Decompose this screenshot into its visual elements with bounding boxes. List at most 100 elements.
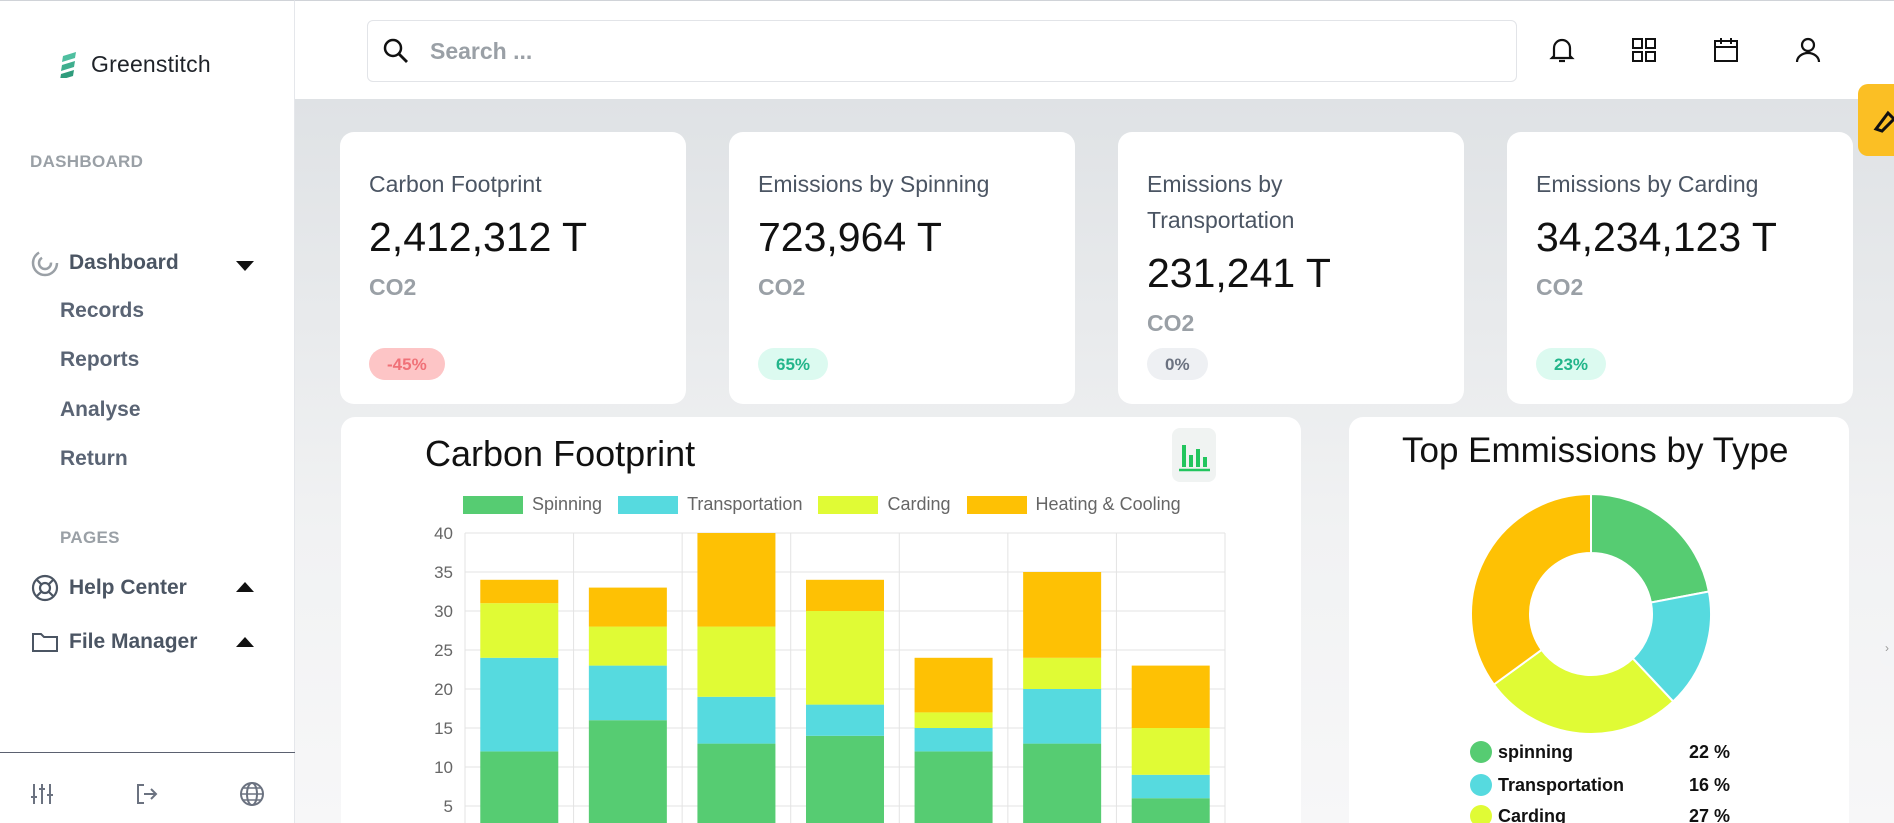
- stat-unit: CO2: [369, 274, 417, 300]
- search-icon: [383, 38, 408, 63]
- bar-segment-spinning[interactable]: [914, 751, 993, 823]
- bar-chart-icon: [1179, 445, 1210, 472]
- section-label-pages: PAGES: [60, 528, 120, 547]
- bar-segment-heating-cooling[interactable]: [588, 587, 667, 627]
- sliders-icon[interactable]: [29, 781, 55, 807]
- logout-icon[interactable]: [134, 781, 160, 807]
- bar-segment-carding[interactable]: [1023, 657, 1102, 689]
- bar-segment-heating-cooling[interactable]: [1023, 572, 1102, 658]
- bar-segment-transportation[interactable]: [1023, 689, 1102, 744]
- stat-value: 2,412,312 T: [369, 214, 588, 260]
- sidebar-item-help-center[interactable]: Help Center: [30, 573, 187, 603]
- stat-title: Carbon Footprint: [369, 171, 542, 197]
- stat-card-spinning[interactable]: Emissions by Spinning 723,964 T CO2 65%: [729, 132, 1075, 404]
- chart-type-button[interactable]: [1172, 428, 1216, 482]
- donut-slice-heating-cooling[interactable]: [1470, 492, 1592, 686]
- bar-segment-spinning[interactable]: [480, 751, 559, 823]
- y-tick-label: 10: [434, 758, 453, 777]
- bar-segment-spinning[interactable]: [588, 720, 667, 823]
- sidebar-item-dashboard[interactable]: Dashboard: [30, 248, 179, 278]
- grid-icon: [1632, 38, 1656, 62]
- sidebar-item-analyse[interactable]: Analyse: [60, 398, 141, 422]
- chevron-down-icon[interactable]: [236, 261, 254, 271]
- bar-segment-spinning[interactable]: [806, 735, 884, 823]
- change-badge: -45%: [369, 348, 445, 380]
- globe-icon[interactable]: [239, 781, 265, 807]
- bar-segment-heating-cooling[interactable]: [806, 579, 884, 611]
- search-box[interactable]: [367, 20, 1517, 82]
- bar-segment-carding[interactable]: [480, 603, 559, 658]
- y-tick-label: 5: [444, 797, 453, 816]
- sidebar: Greenstitch DASHBOARD Dashboard Records …: [0, 0, 295, 823]
- donut-slice-spinning[interactable]: [1590, 492, 1711, 604]
- chevron-up-icon[interactable]: [236, 637, 254, 647]
- legend-item[interactable]: Carding: [818, 494, 951, 515]
- calendar-icon: [1714, 38, 1738, 62]
- bar-segment-carding[interactable]: [914, 712, 993, 728]
- bar-segment-spinning[interactable]: [1023, 743, 1102, 823]
- bar-segment-transportation[interactable]: [697, 696, 776, 744]
- legend-swatch: [618, 495, 679, 514]
- stat-card-carding[interactable]: Emissions by Carding 34,234,123 T CO2 23…: [1507, 132, 1853, 404]
- legend-label: spinning: [1498, 741, 1573, 762]
- bar-segment-heating-cooling[interactable]: [1131, 665, 1210, 728]
- donut-chart: [1470, 492, 1712, 735]
- calendar-button[interactable]: [1711, 35, 1741, 65]
- y-tick-label: 20: [434, 680, 453, 699]
- bar-segment-transportation[interactable]: [480, 657, 559, 752]
- legend-value: 16 %: [1688, 774, 1730, 795]
- legend-item[interactable]: Transportation: [618, 494, 802, 515]
- bar-segment-transportation[interactable]: [588, 665, 667, 721]
- legend-item[interactable]: Spinning: [463, 494, 602, 515]
- bar-segment-transportation[interactable]: [914, 728, 993, 752]
- legend-dot: [1470, 805, 1492, 823]
- bar-segment-spinning[interactable]: [697, 743, 776, 823]
- sidebar-item-reports[interactable]: Reports: [60, 348, 139, 372]
- sidebar-item-label: File Manager: [69, 630, 198, 653]
- stat-card-carbon-footprint[interactable]: Carbon Footprint 2,412,312 T CO2 -45%: [340, 132, 686, 404]
- app-logo[interactable]: Greenstitch: [59, 51, 211, 78]
- legend-swatch: [818, 495, 879, 514]
- chart-legend: Spinning Transportation Carding Heating …: [463, 494, 1197, 515]
- stat-card-transportation[interactable]: Emissions by Transportation 231,241 T CO…: [1118, 132, 1464, 404]
- profile-button[interactable]: [1793, 35, 1823, 65]
- change-badge: 23%: [1536, 348, 1607, 380]
- bar-segment-heating-cooling[interactable]: [914, 657, 993, 713]
- search-input[interactable]: [430, 37, 1430, 65]
- folder-icon: [30, 627, 60, 657]
- bar-segment-carding[interactable]: [697, 626, 776, 697]
- stat-title: Emissions by Carding: [1536, 171, 1759, 197]
- bar-segment-heating-cooling[interactable]: [480, 579, 559, 604]
- bar-segment-carding[interactable]: [806, 611, 884, 705]
- legend-label: Carding: [887, 494, 951, 514]
- sidebar-item-file-manager[interactable]: File Manager: [30, 627, 197, 657]
- sidebar-item-label: Dashboard: [69, 251, 179, 274]
- collapse-arrow-icon[interactable]: ›: [1880, 630, 1894, 666]
- bar-segment-heating-cooling[interactable]: [697, 533, 776, 627]
- dashboard-icon: [30, 248, 60, 278]
- bar-segment-transportation[interactable]: [1131, 774, 1210, 799]
- legend-swatch: [463, 495, 523, 514]
- stat-unit: CO2: [1147, 310, 1195, 336]
- notifications-button[interactable]: [1547, 35, 1577, 65]
- donut-title: Top Emmissions by Type: [1402, 431, 1789, 470]
- stat-unit: CO2: [758, 274, 806, 300]
- bar-segment-spinning[interactable]: [1131, 798, 1210, 823]
- user-icon: [1795, 37, 1821, 63]
- legend-value: 27 %: [1688, 805, 1730, 823]
- legend-swatch: [966, 495, 1027, 514]
- bar-segment-carding[interactable]: [1131, 728, 1210, 775]
- chevron-up-icon[interactable]: [236, 582, 254, 592]
- sidebar-item-label: Help Center: [69, 576, 187, 599]
- legend-item[interactable]: Heating & Cooling: [966, 494, 1181, 515]
- bar-segment-carding[interactable]: [588, 626, 667, 666]
- lifebuoy-icon: [30, 573, 60, 603]
- sidebar-item-records[interactable]: Records: [60, 299, 144, 323]
- y-tick-label: 25: [434, 641, 453, 660]
- legend-dot: [1470, 741, 1492, 763]
- bar-segment-transportation[interactable]: [806, 704, 884, 736]
- pen-icon: [1873, 110, 1894, 133]
- sidebar-item-return[interactable]: Return: [60, 447, 128, 471]
- settings-drawer-tab[interactable]: [1858, 84, 1894, 156]
- apps-button[interactable]: [1629, 35, 1659, 65]
